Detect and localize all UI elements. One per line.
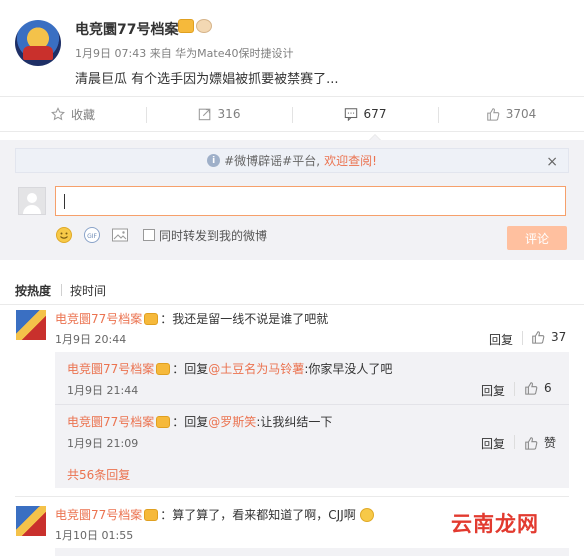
comment-like-button[interactable]: 37 bbox=[531, 330, 566, 344]
action-divider bbox=[514, 382, 515, 396]
thumb-up-icon bbox=[525, 382, 538, 395]
comment-time: 1月10日 01:55 bbox=[55, 529, 134, 542]
notice-text: #微博辟谣#平台, bbox=[224, 154, 321, 168]
comment-body: 电竞圜77号档案 ：算了算了，看来都知道了啊，CJJ啊 bbox=[55, 506, 374, 523]
reply-button[interactable]: 回复 bbox=[481, 435, 505, 452]
close-icon[interactable]: × bbox=[546, 154, 558, 170]
reply-username[interactable]: 电竞圜77号档案 bbox=[67, 362, 154, 376]
comment-button[interactable]: 677 bbox=[292, 97, 438, 131]
reply-word: ：回复 bbox=[172, 362, 209, 376]
comment-like-count: 37 bbox=[551, 330, 567, 344]
reply-list: 电竞圜77号档案 ：回复@土豆名为马铃薯:你家早没人了吧 1月9日 21:44 回… bbox=[55, 352, 569, 488]
reply-text: :让我纠结一下 bbox=[256, 415, 333, 429]
reply-username[interactable]: 电竞圜77号档案 bbox=[67, 415, 154, 429]
thumb-up-icon bbox=[486, 108, 500, 121]
submit-comment-button[interactable]: 评论 bbox=[507, 226, 567, 250]
comment-avatar[interactable] bbox=[16, 506, 46, 536]
post-username[interactable]: 电竞圜77号档案 bbox=[75, 19, 178, 39]
reply-item: 电竞圜77号档案 ：回复@罗斯笑:让我纠结一下 1月9日 21:09 回复 赞 bbox=[55, 404, 569, 456]
like-count: 3704 bbox=[505, 107, 537, 121]
forward-checkbox[interactable] bbox=[143, 229, 155, 241]
sort-by-hot[interactable]: 按热度 bbox=[15, 282, 51, 299]
reply-button[interactable]: 回复 bbox=[481, 382, 505, 399]
sort-by-time[interactable]: 按时间 bbox=[70, 282, 106, 299]
comment-divider bbox=[15, 496, 569, 497]
reply-body: 电竞圜77号档案 ：回复@土豆名为马铃薯:你家早没人了吧 bbox=[67, 360, 392, 377]
composer-tools: GIF 同时转发到我的微博 bbox=[55, 226, 267, 244]
rumor-notice: i #微博辟谣#平台, 欢迎查阅! × bbox=[15, 148, 569, 173]
image-icon[interactable] bbox=[111, 226, 129, 244]
sort-bar: 按热度 按时间 bbox=[0, 270, 584, 305]
my-avatar bbox=[18, 187, 46, 215]
repost-icon bbox=[198, 108, 210, 121]
action-divider bbox=[522, 331, 523, 345]
favorite-button[interactable]: 收藏 bbox=[0, 97, 146, 131]
repost-button[interactable]: 316 bbox=[146, 97, 292, 131]
reply-button[interactable]: 回复 bbox=[489, 331, 513, 348]
notice-link[interactable]: 欢迎查阅! bbox=[324, 152, 377, 169]
favorite-label: 收藏 bbox=[70, 107, 95, 122]
comment-icon bbox=[344, 108, 357, 121]
svg-text:GIF: GIF bbox=[87, 233, 97, 240]
forward-label: 同时转发到我的微博 bbox=[159, 228, 268, 243]
fan-badge-icon bbox=[144, 509, 159, 521]
comment-text: ：算了算了，看来都知道了啊，CJJ啊 bbox=[160, 508, 356, 522]
like-button[interactable]: 3704 bbox=[438, 97, 584, 131]
smile-icon[interactable] bbox=[55, 226, 73, 244]
comment-username[interactable]: 电竞圜77号档案 bbox=[55, 312, 142, 326]
comment-avatar[interactable] bbox=[16, 310, 46, 340]
info-icon: i bbox=[207, 154, 221, 167]
laugh-emoji-icon bbox=[359, 508, 374, 522]
user-avatar[interactable] bbox=[15, 20, 61, 66]
thumb-up-icon bbox=[525, 436, 538, 450]
repost-count: 316 bbox=[217, 107, 241, 121]
more-replies-link[interactable]: 共56条回复 bbox=[67, 466, 130, 483]
reply-time: 1月9日 21:09 bbox=[67, 437, 139, 450]
reply-mention[interactable]: @罗斯笑 bbox=[208, 415, 256, 429]
weibo-post: 电竞圜77号档案 1月9日 07:43 来自 华为Mate40保时捷设计 清晨巨… bbox=[0, 0, 584, 94]
reply-time: 1月9日 21:44 bbox=[67, 384, 139, 397]
reply-word: ：回复 bbox=[172, 415, 209, 429]
member-badge-icon bbox=[196, 19, 212, 33]
reply-like-button[interactable]: 赞 bbox=[524, 434, 556, 451]
watermark-logo: 云南龙网 bbox=[451, 511, 539, 536]
reply-like-count: 6 bbox=[544, 381, 552, 395]
reply-body: 电竞圜77号档案 ：回复@罗斯笑:让我纠结一下 bbox=[67, 413, 332, 430]
reply-text: :你家早没人了吧 bbox=[304, 362, 393, 376]
star-icon bbox=[51, 107, 65, 121]
comment-input[interactable] bbox=[55, 186, 566, 216]
sort-divider bbox=[61, 284, 62, 296]
comment-body: 电竞圜77号档案 ：我还是留一线不说是谁了吧就 bbox=[55, 310, 328, 327]
comment-username[interactable]: 电竞圜77号档案 bbox=[55, 508, 142, 522]
comment-text: ：我还是留一线不说是谁了吧就 bbox=[160, 312, 329, 326]
comment-time: 1月9日 20:44 bbox=[55, 333, 127, 346]
thumb-up-icon bbox=[532, 331, 545, 344]
comment-composer: i #微博辟谣#平台, 欢迎查阅! × GIF 同时转发到我的微博 评论 bbox=[0, 140, 584, 260]
post-action-bar: 收藏 316 677 3704 bbox=[0, 96, 584, 132]
user-badges bbox=[178, 19, 212, 33]
reply-like-label: 赞 bbox=[544, 436, 557, 450]
fan-badge-icon bbox=[144, 313, 159, 325]
post-meta: 1月9日 07:43 来自 华为Mate40保时捷设计 bbox=[75, 47, 294, 60]
post-text: 清晨巨瓜 有个选手因为嫖娼被抓要被禁赛了... bbox=[75, 72, 339, 87]
fan-badge-icon bbox=[156, 363, 171, 375]
reply-like-button[interactable]: 6 bbox=[524, 381, 552, 395]
reply-list bbox=[55, 548, 569, 556]
comment-count: 677 bbox=[363, 107, 387, 121]
action-divider bbox=[514, 435, 515, 449]
reply-item: 电竞圜77号档案 ：回复@土豆名为马铃薯:你家早没人了吧 1月9日 21:44 回… bbox=[55, 352, 569, 404]
fan-badge-icon bbox=[156, 416, 171, 428]
fan-badge-icon bbox=[178, 19, 194, 33]
gif-icon[interactable]: GIF bbox=[83, 226, 101, 244]
reply-mention[interactable]: @土豆名为马铃薯 bbox=[208, 362, 304, 376]
